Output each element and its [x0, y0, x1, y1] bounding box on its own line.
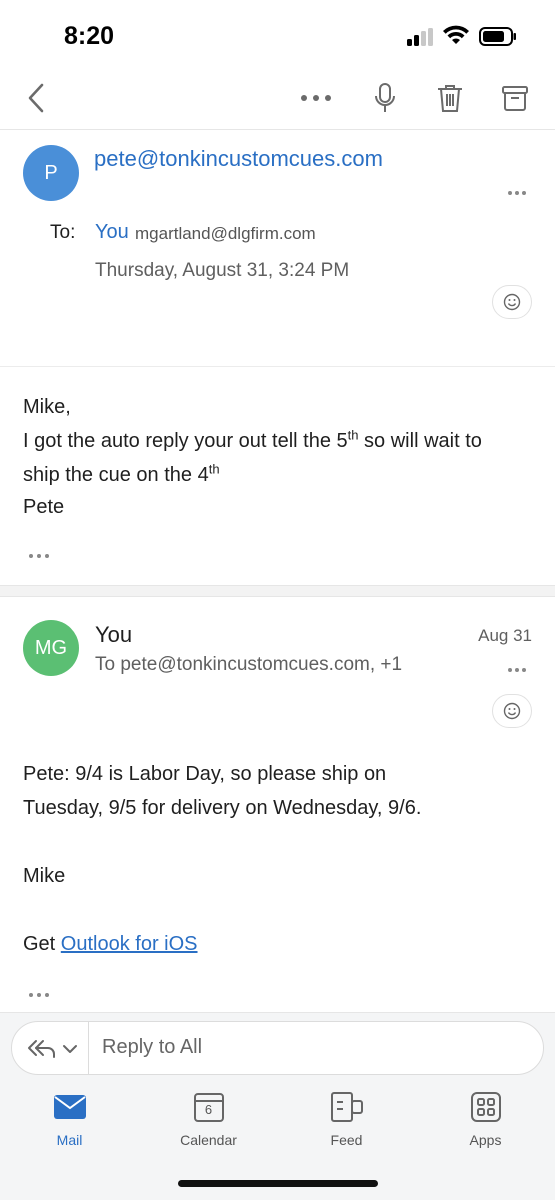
reply-separator [88, 1022, 89, 1074]
message-body: Pete: 9/4 is Labor Day, so please ship o… [23, 757, 421, 825]
recipient-address: mgartland@dlgfirm.com [135, 224, 316, 243]
reply-options-button[interactable] [26, 1032, 88, 1066]
more-horizontal-icon [508, 668, 526, 672]
status-bar: 8:20 [0, 0, 555, 70]
tab-label: Mail [56, 1132, 83, 1148]
message-separator [0, 585, 555, 597]
dictate-button[interactable] [368, 70, 402, 126]
back-button[interactable] [20, 70, 52, 126]
smiley-icon [503, 702, 521, 720]
reply-input[interactable]: Reply to All [102, 1036, 202, 1059]
cellular-signal-icon [407, 28, 435, 46]
tab-label: Apps [469, 1132, 502, 1148]
calendar-day: 6 [204, 1102, 213, 1117]
body-line: ship the cue on the 4th [23, 461, 220, 486]
reaction-button[interactable] [492, 285, 532, 319]
archive-button[interactable] [497, 70, 533, 126]
delete-button[interactable] [432, 70, 468, 126]
microphone-icon [375, 83, 395, 112]
tab-mail[interactable]: Mail [0, 1078, 139, 1158]
more-options-button[interactable] [296, 70, 336, 126]
body-signoff: Mike [23, 865, 66, 887]
recipients[interactable]: To pete@tonkincustomcues.com, +1 [95, 654, 402, 676]
home-indicator[interactable] [178, 1180, 378, 1187]
apps-icon [470, 1092, 501, 1122]
body-line: Tuesday, 9/5 for delivery on Wednesday, … [23, 797, 422, 819]
trash-icon [438, 85, 462, 112]
reply-all-icon [28, 1040, 77, 1058]
message-date: Aug 31 [478, 626, 532, 645]
tab-feed[interactable]: Feed [277, 1078, 416, 1158]
feed-icon [330, 1092, 363, 1122]
more-horizontal-icon [508, 191, 526, 195]
sender-avatar[interactable]: P [23, 145, 79, 201]
recipient-you[interactable]: You [95, 221, 129, 244]
show-quoted-button[interactable] [28, 548, 50, 559]
message-body: Mike, I got the auto reply your out tell… [23, 390, 482, 522]
status-time: 8:20 [64, 22, 115, 50]
tab-calendar[interactable]: 6 Calendar [139, 1078, 278, 1158]
body-line: I got the auto reply your out tell the 5… [23, 427, 482, 452]
body-line: Pete: 9/4 is Labor Day, so please ship o… [23, 763, 387, 785]
sender-avatar[interactable]: MG [23, 620, 79, 676]
signature-line: Get Outlook for iOS [23, 927, 198, 961]
outlook-link[interactable]: Outlook for iOS [61, 933, 198, 955]
tab-label: Feed [330, 1132, 363, 1148]
archive-icon [502, 86, 528, 111]
signature-prefix: Get [23, 933, 61, 955]
show-quoted-button[interactable] [28, 987, 50, 998]
message-more-button[interactable] [507, 662, 527, 673]
more-horizontal-icon [29, 554, 49, 558]
message-more-button[interactable] [507, 185, 527, 196]
message-date: Thursday, August 31, 3:24 PM [95, 260, 350, 281]
smiley-icon [503, 293, 521, 311]
body-greeting: Mike, [23, 396, 71, 418]
chevron-left-icon [28, 83, 44, 113]
tab-label: Calendar [180, 1132, 237, 1148]
wifi-icon [443, 25, 469, 44]
message-toolbar [0, 70, 555, 130]
body-signoff: Pete [23, 496, 65, 518]
to-label: To: [50, 222, 76, 243]
tab-apps[interactable]: Apps [416, 1078, 555, 1158]
more-horizontal-icon [301, 95, 331, 101]
reply-box[interactable]: Reply to All [11, 1021, 544, 1075]
mail-icon [53, 1095, 86, 1119]
more-horizontal-icon [29, 993, 49, 997]
reaction-button[interactable] [492, 694, 532, 728]
sender-email[interactable]: pete@tonkincustomcues.com [94, 146, 383, 172]
battery-icon [479, 27, 516, 46]
sender-name[interactable]: You [95, 622, 132, 648]
header-divider [0, 366, 555, 367]
tab-bar: Mail 6 Calendar Feed Apps [0, 1078, 555, 1168]
